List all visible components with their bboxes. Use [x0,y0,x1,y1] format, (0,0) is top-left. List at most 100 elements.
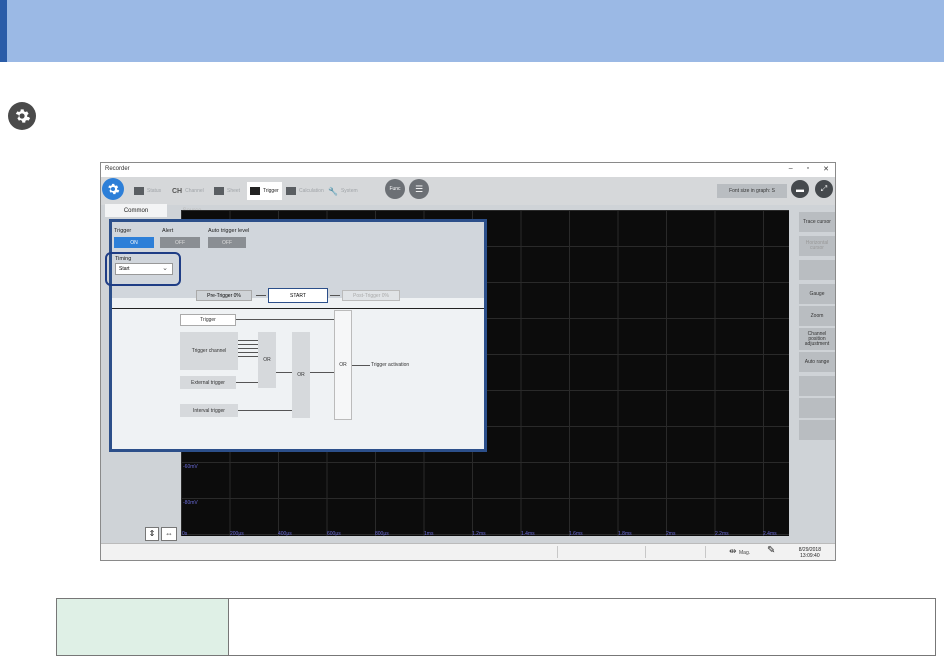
trace-cursor-button[interactable]: Trace cursor [799,212,835,232]
connector [238,340,258,341]
x-tick-label: 1ms [424,531,434,537]
horizontal-cursor-button[interactable]: Horizontal cursor [799,236,835,256]
start-box: START [268,288,328,303]
tab-calculation[interactable]: Calculation [283,182,327,200]
trigger-on-button[interactable]: ON [114,237,154,248]
list-icon: ☰ [414,183,424,194]
vertical-resize-icon[interactable]: ⇕ [145,527,159,541]
window-title: Recorder [105,166,130,172]
calculation-icon [286,187,296,195]
font-size-button[interactable]: Font size in graph: S [717,184,787,198]
bottom-table [56,598,936,656]
gauge-button[interactable]: Gauge [799,284,835,304]
connector [238,410,292,411]
channel-icon: CH [172,187,183,195]
connector [256,295,266,296]
blank-button[interactable] [799,376,835,396]
datetime: 8/29/2018 13:09:40 [798,547,821,559]
x-tick-label: 200μs [230,531,244,537]
connector [236,382,258,383]
trigger-label: Trigger [114,228,132,234]
header-banner-edge [0,0,7,62]
interval-trigger-block: Interval trigger [180,404,238,417]
x-tick-label: 1.6ms [569,531,583,537]
x-tick-label: 2ms [666,531,676,537]
chevron-down-icon: ⌄ [162,265,168,272]
tab-channel[interactable]: CH Channel [169,182,207,200]
window-titlebar: Recorder – ▫ ✕ [101,163,835,177]
auto-range-button[interactable]: Auto range [799,352,835,372]
settings-gear-button[interactable] [102,178,124,200]
alert-label: Alert [162,228,174,234]
bottom-table-label-cell [57,599,229,655]
statusbar: ⇹ Mag. ✎ 8/29/2018 13:09:40 [101,543,835,560]
gear-icon [8,102,36,130]
tab-common[interactable]: Common [105,204,167,217]
trigger-settings-popup: Trigger ON Alert OFF Auto trigger level … [105,219,487,452]
wrench-icon: 🔧 [328,186,338,196]
channel-position-adjustment-button[interactable]: Channel position adjustment [799,328,835,350]
connector [238,356,258,357]
blank-button[interactable] [799,260,835,280]
connector [238,348,258,349]
blank-button[interactable] [799,420,835,440]
trigger-activation-label: Trigger activation [371,362,410,368]
zoom-button[interactable]: Zoom [799,306,835,326]
mag-icon[interactable]: ⇹ [729,546,737,557]
connector [236,319,334,320]
auto-trigger-off-button[interactable]: OFF [208,237,246,248]
x-tick-label: 1.8ms [618,531,632,537]
status-icon [134,187,144,195]
connector [276,372,292,373]
timing-select[interactable]: Start ⌄ [115,263,173,275]
x-tick-label: 0s [182,531,188,537]
minimize-button[interactable]: – [789,165,793,173]
connector [238,344,258,345]
tab-system[interactable]: 🔧 System [325,182,361,200]
trigger-icon [250,187,260,195]
alert-off-button[interactable]: OFF [160,237,200,248]
expand-icon[interactable]: ⤢ [815,180,833,198]
folder-icon[interactable]: ▬ [791,180,809,198]
func-button[interactable]: Func [385,179,405,199]
sheet-icon [214,187,224,195]
recorder-window: Recorder – ▫ ✕ Status CH Channel Sheet Tr… [100,162,836,561]
pre-trigger-box: Pre-Trigger 0% [196,290,252,301]
x-tick-label: 800μs [375,531,389,537]
right-panel: Trace cursor Horizontal cursor Gauge Zoo… [799,210,835,536]
x-tick-label: 1.4ms [521,531,535,537]
trigger-channel-block: Trigger channel [180,332,238,370]
header-banner [0,0,944,62]
maximize-button[interactable]: ▫ [807,165,809,173]
trigger-block: Trigger [180,314,236,326]
x-tick-label: 2.2ms [715,531,729,537]
tab-trigger[interactable]: Trigger [247,182,282,200]
tab-status[interactable]: Status [131,182,164,200]
horizontal-resize-icon[interactable]: ⇔ [161,527,177,541]
or-gate-3: OR [334,310,352,420]
tab-sheet[interactable]: Sheet [211,182,243,200]
x-tick-label: 1.2ms [472,531,486,537]
mag-label: Mag. [739,550,751,556]
list-button[interactable]: ☰ [409,179,429,199]
x-tick-label: 400μs [278,531,292,537]
auto-trigger-level-label: Auto trigger level [208,228,250,234]
connector [330,295,340,296]
or-gate-1: OR [258,332,276,388]
x-axis-labels: 0s 200μs 400μs 600μs 800μs 1ms 1.2ms 1.4… [181,531,789,539]
x-tick-label: 2.4ms [763,531,777,537]
external-trigger-block: External trigger [180,376,236,389]
x-tick-label: 600μs [327,531,341,537]
connector [310,372,334,373]
divider [112,308,484,309]
gear-icon [108,183,120,195]
y-tick-label: -60mV [183,464,198,470]
close-button[interactable]: ✕ [823,165,829,173]
connector [352,365,370,366]
timing-label: Timing [115,256,132,262]
blank-button[interactable] [799,398,835,418]
connector [238,352,258,353]
post-trigger-box: Post-Trigger 0% [342,290,400,301]
or-gate-2: OR [292,332,310,418]
pen-icon[interactable]: ✎ [767,545,775,556]
